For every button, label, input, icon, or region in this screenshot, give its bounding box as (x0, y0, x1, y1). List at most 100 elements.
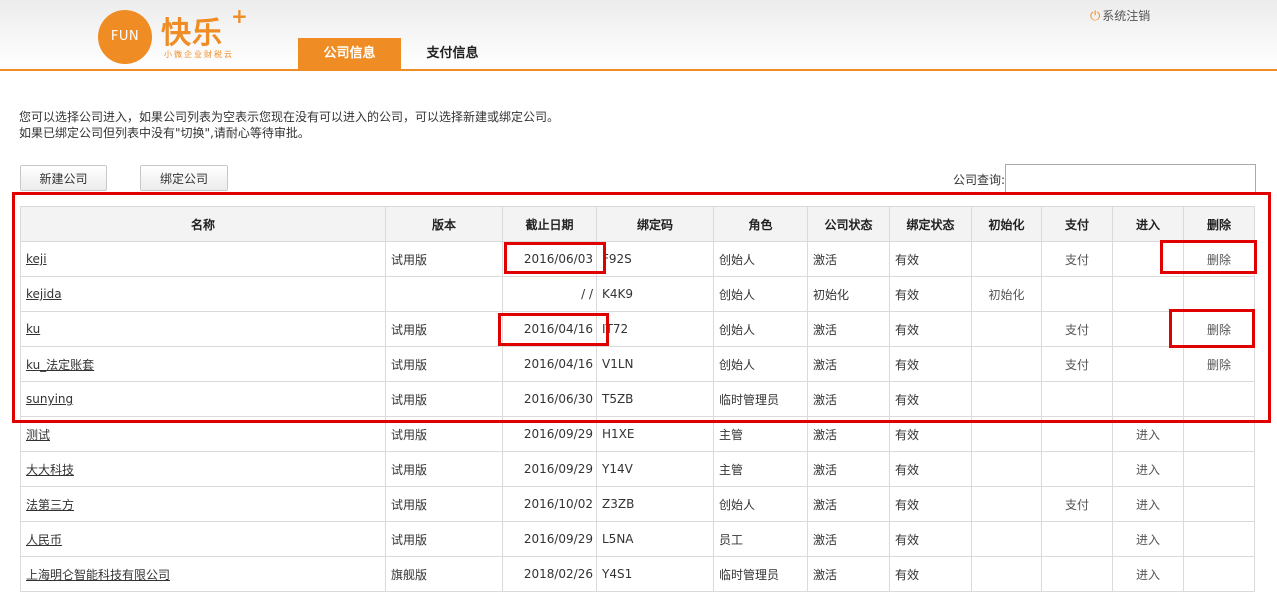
col-header-name: 名称 (20, 206, 386, 242)
cell-role: 临时管理员 (713, 381, 808, 417)
col-header-enter: 进入 (1112, 206, 1184, 242)
cell-company-status: 激活 (807, 381, 890, 417)
cell-pay (1041, 276, 1113, 312)
init-link[interactable]: 初始化 (988, 288, 1024, 302)
cell-version: 试用版 (385, 486, 503, 522)
cell-deadline: 2016/04/16 (502, 346, 597, 382)
cell-bind-status: 有效 (889, 416, 972, 452)
company-name-link[interactable]: 人民币 (26, 533, 62, 547)
new-company-button[interactable]: 新建公司 (20, 165, 107, 191)
cell-enter (1112, 311, 1184, 347)
delete-link[interactable]: 删除 (1207, 323, 1231, 337)
cell-enter: 进入 (1112, 451, 1184, 487)
company-table: 名称 版本 截止日期 绑定码 角色 公司状态 绑定状态 初始化 支付 进入 删除… (20, 206, 1255, 592)
cell-pay: 支付 (1041, 311, 1113, 347)
cell-company-status: 激活 (807, 346, 890, 382)
logo-mark: FUN (98, 10, 152, 64)
cell-delete (1183, 556, 1255, 592)
company-name-link[interactable]: kejida (26, 287, 62, 301)
delete-link[interactable]: 删除 (1207, 358, 1231, 372)
enter-link[interactable]: 进入 (1136, 533, 1160, 547)
pay-link[interactable]: 支付 (1065, 323, 1089, 337)
cell-init (971, 241, 1042, 277)
cell-init (971, 311, 1042, 347)
cell-company-status: 初始化 (807, 276, 890, 312)
cell-name: sunying (20, 381, 386, 417)
table-row: 上海明仑智能科技有限公司 旗舰版 2018/02/26 Y4S1 临时管理员 激活 有效 进入 (20, 556, 1255, 592)
notice-text: 您可以选择公司进入，如果公司列表为空表示您现在没有可以进入的公司，可以选择新建或… (19, 109, 559, 141)
cell-version: 旗舰版 (385, 556, 503, 592)
cell-role: 创始人 (713, 311, 808, 347)
cell-deadline: 2016/06/30 (502, 381, 597, 417)
table-row: 大大科技 试用版 2016/09/29 Y14V 主管 激活 有效 进入 (20, 451, 1255, 487)
cell-pay (1041, 451, 1113, 487)
cell-version: 试用版 (385, 311, 503, 347)
cell-bind-code: T5ZB (596, 381, 714, 417)
bind-company-button[interactable]: 绑定公司 (140, 165, 228, 191)
cell-enter (1112, 276, 1184, 312)
cell-deadline: 2016/06/03 (502, 241, 597, 277)
company-search-input[interactable] (1005, 164, 1256, 193)
col-header-delete: 删除 (1183, 206, 1255, 242)
pay-link[interactable]: 支付 (1065, 498, 1089, 512)
cell-name: 上海明仑智能科技有限公司 (20, 556, 386, 592)
delete-link[interactable]: 删除 (1207, 253, 1231, 267)
cell-version (385, 276, 503, 312)
cell-pay: 支付 (1041, 486, 1113, 522)
table-row: keji 试用版 2016/06/03 F92S 创始人 激活 有效 支付 删除 (20, 241, 1255, 277)
company-search-label: 公司查询: (953, 173, 1006, 187)
company-name-link[interactable]: keji (26, 252, 47, 266)
company-name-link[interactable]: sunying (26, 392, 73, 406)
company-name-link[interactable]: 测试 (26, 428, 50, 442)
enter-link[interactable]: 进入 (1136, 428, 1160, 442)
cell-bind-code: L5NA (596, 521, 714, 557)
cell-bind-status: 有效 (889, 556, 972, 592)
cell-deadline: 2016/04/16 (502, 311, 597, 347)
cell-enter (1112, 381, 1184, 417)
cell-enter: 进入 (1112, 521, 1184, 557)
company-name-link[interactable]: ku_法定账套 (26, 358, 94, 372)
cell-bind-code: H1XE (596, 416, 714, 452)
cell-bind-status: 有效 (889, 486, 972, 522)
cell-delete: 删除 (1183, 311, 1255, 347)
col-header-bind-status: 绑定状态 (889, 206, 972, 242)
cell-version: 试用版 (385, 241, 503, 277)
cell-delete: 删除 (1183, 241, 1255, 277)
table-row: sunying 试用版 2016/06/30 T5ZB 临时管理员 激活 有效 (20, 381, 1255, 417)
cell-version: 试用版 (385, 451, 503, 487)
cell-init (971, 521, 1042, 557)
cell-role: 创始人 (713, 346, 808, 382)
cell-role: 临时管理员 (713, 556, 808, 592)
tab-payment-info[interactable]: 支付信息 (401, 38, 504, 70)
cell-bind-status: 有效 (889, 521, 972, 557)
cell-bind-status: 有效 (889, 381, 972, 417)
cell-bind-status: 有效 (889, 451, 972, 487)
enter-link[interactable]: 进入 (1136, 568, 1160, 582)
cell-name: 测试 (20, 416, 386, 452)
cell-init (971, 346, 1042, 382)
cell-bind-code: Y14V (596, 451, 714, 487)
cell-pay (1041, 521, 1113, 557)
enter-link[interactable]: 进入 (1136, 463, 1160, 477)
company-name-link[interactable]: 大大科技 (26, 463, 74, 477)
cell-bind-status: 有效 (889, 311, 972, 347)
tab-company-info[interactable]: 公司信息 (298, 38, 401, 70)
company-name-link[interactable]: 法第三方 (26, 498, 74, 512)
pay-link[interactable]: 支付 (1065, 358, 1089, 372)
cell-pay (1041, 416, 1113, 452)
enter-link[interactable]: 进入 (1136, 498, 1160, 512)
company-name-link[interactable]: ku (26, 322, 40, 336)
cell-delete: 删除 (1183, 346, 1255, 382)
pay-link[interactable]: 支付 (1065, 253, 1089, 267)
cell-init (971, 381, 1042, 417)
cell-init (971, 416, 1042, 452)
cell-bind-status: 有效 (889, 276, 972, 312)
cell-pay: 支付 (1041, 346, 1113, 382)
cell-name: 大大科技 (20, 451, 386, 487)
company-name-link[interactable]: 上海明仑智能科技有限公司 (26, 568, 170, 582)
cell-delete (1183, 416, 1255, 452)
logout-link[interactable]: ⏻ 系统注销 (1090, 7, 1150, 24)
power-icon: ⏻ (1090, 9, 1101, 24)
cell-enter (1112, 241, 1184, 277)
cell-company-status: 激活 (807, 451, 890, 487)
